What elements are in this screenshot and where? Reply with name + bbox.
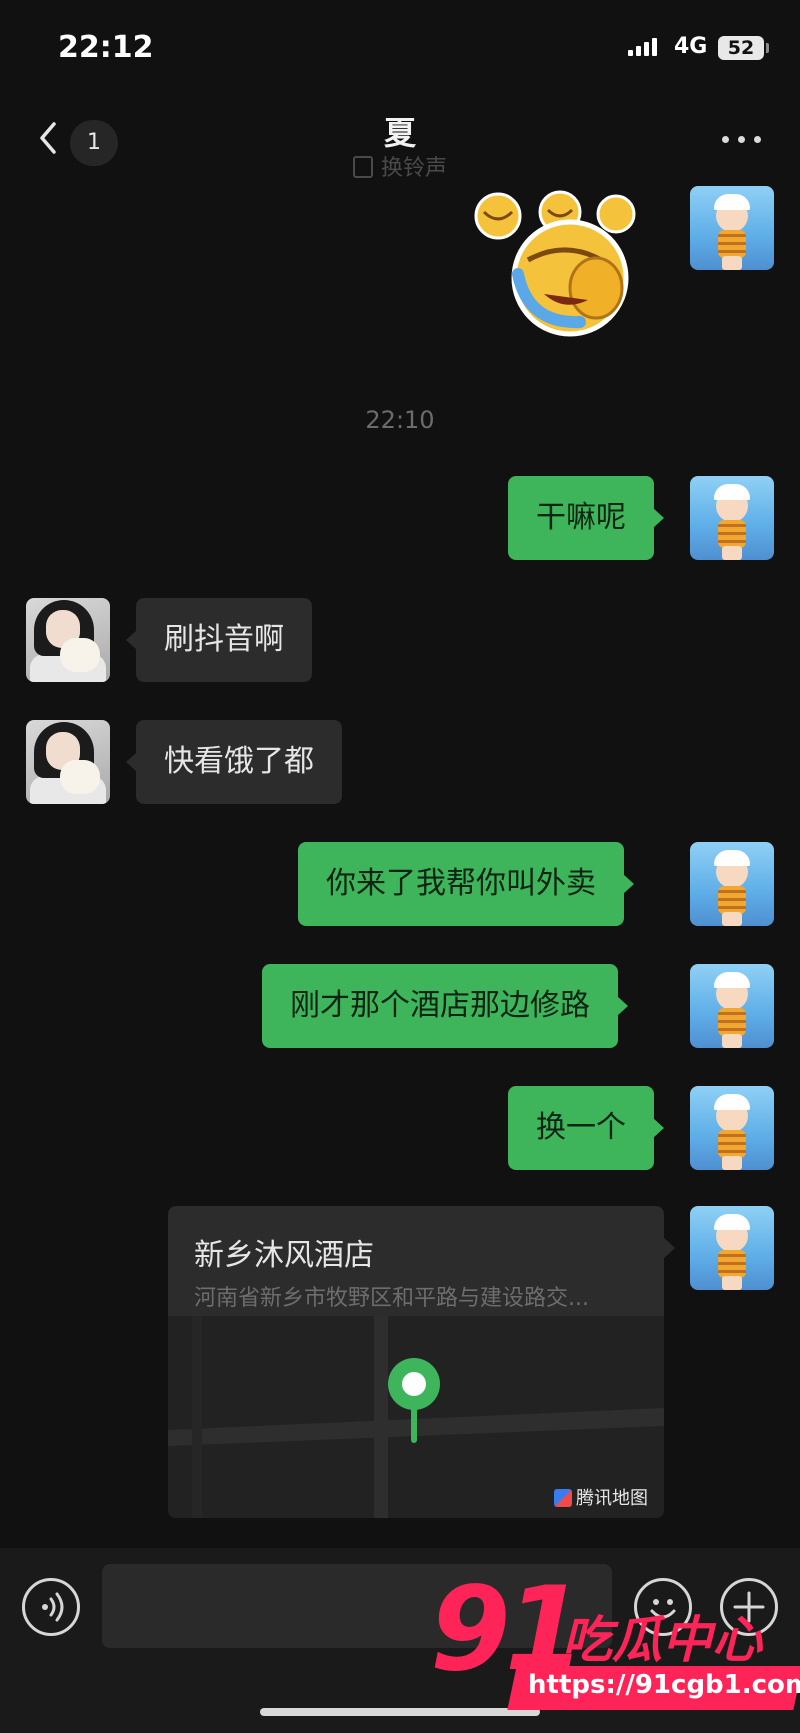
location-map[interactable]: 腾讯地图 [168, 1316, 664, 1518]
contact-message-bubble[interactable]: 快看饿了都 [126, 720, 342, 804]
chat-header: 1 夏 换铃声 [0, 100, 800, 188]
my-message-bubble[interactable]: 你来了我帮你叫外卖 [298, 842, 634, 926]
ringtone-icon [352, 156, 373, 178]
ringtone-label[interactable]: 换铃声 [0, 150, 800, 182]
my-message-bubble[interactable]: 换一个 [508, 1086, 664, 1170]
network-type: 4G [674, 34, 708, 59]
voice-icon[interactable] [22, 1578, 80, 1636]
my-avatar[interactable] [690, 1206, 774, 1290]
status-time: 22:12 [58, 30, 154, 65]
status-bar: 22:12 4G 52 [0, 0, 800, 100]
location-name: 新乡沐风酒店 [194, 1238, 374, 1273]
chat-title: 夏 [383, 114, 416, 152]
my-avatar[interactable] [690, 1086, 774, 1170]
watermark-url: https://91cgb1.com [528, 1670, 800, 1700]
location-address: 河南省新乡市牧野区和平路与建设路交... [194, 1286, 589, 1311]
my-avatar[interactable] [690, 842, 774, 926]
map-credit: 腾讯地图 [550, 1482, 652, 1512]
my-avatar[interactable] [690, 476, 774, 560]
my-avatar[interactable] [690, 186, 774, 270]
more-icon[interactable] [722, 136, 762, 146]
location-message-card[interactable]: 新乡沐风酒店 河南省新乡市牧野区和平路与建设路交... 腾讯地图 [168, 1206, 664, 1518]
my-message-bubble[interactable]: 刚才那个酒店那边修路 [262, 964, 628, 1048]
watermark-logo: 91 吃瓜中心 https://91cgb1.com [430, 1562, 800, 1726]
battery-tip [766, 43, 769, 53]
watermark-title: 吃瓜中心 [562, 1611, 762, 1669]
battery-icon: 52 [718, 36, 764, 60]
contact-avatar[interactable] [26, 720, 110, 804]
location-bubble-tail [664, 1238, 675, 1258]
crying-laughing-sticker[interactable] [470, 190, 640, 340]
my-avatar[interactable] [690, 964, 774, 1048]
signal-icon [628, 36, 662, 56]
message-timestamp: 22:10 [365, 406, 435, 434]
tencent-map-icon [554, 1489, 572, 1507]
contact-avatar[interactable] [26, 598, 110, 682]
ringtone-text: 换铃声 [380, 156, 447, 181]
map-credit-text: 腾讯地图 [576, 1488, 648, 1509]
my-message-bubble[interactable]: 干嘛呢 [508, 476, 664, 560]
contact-message-bubble[interactable]: 刷抖音啊 [126, 598, 312, 682]
